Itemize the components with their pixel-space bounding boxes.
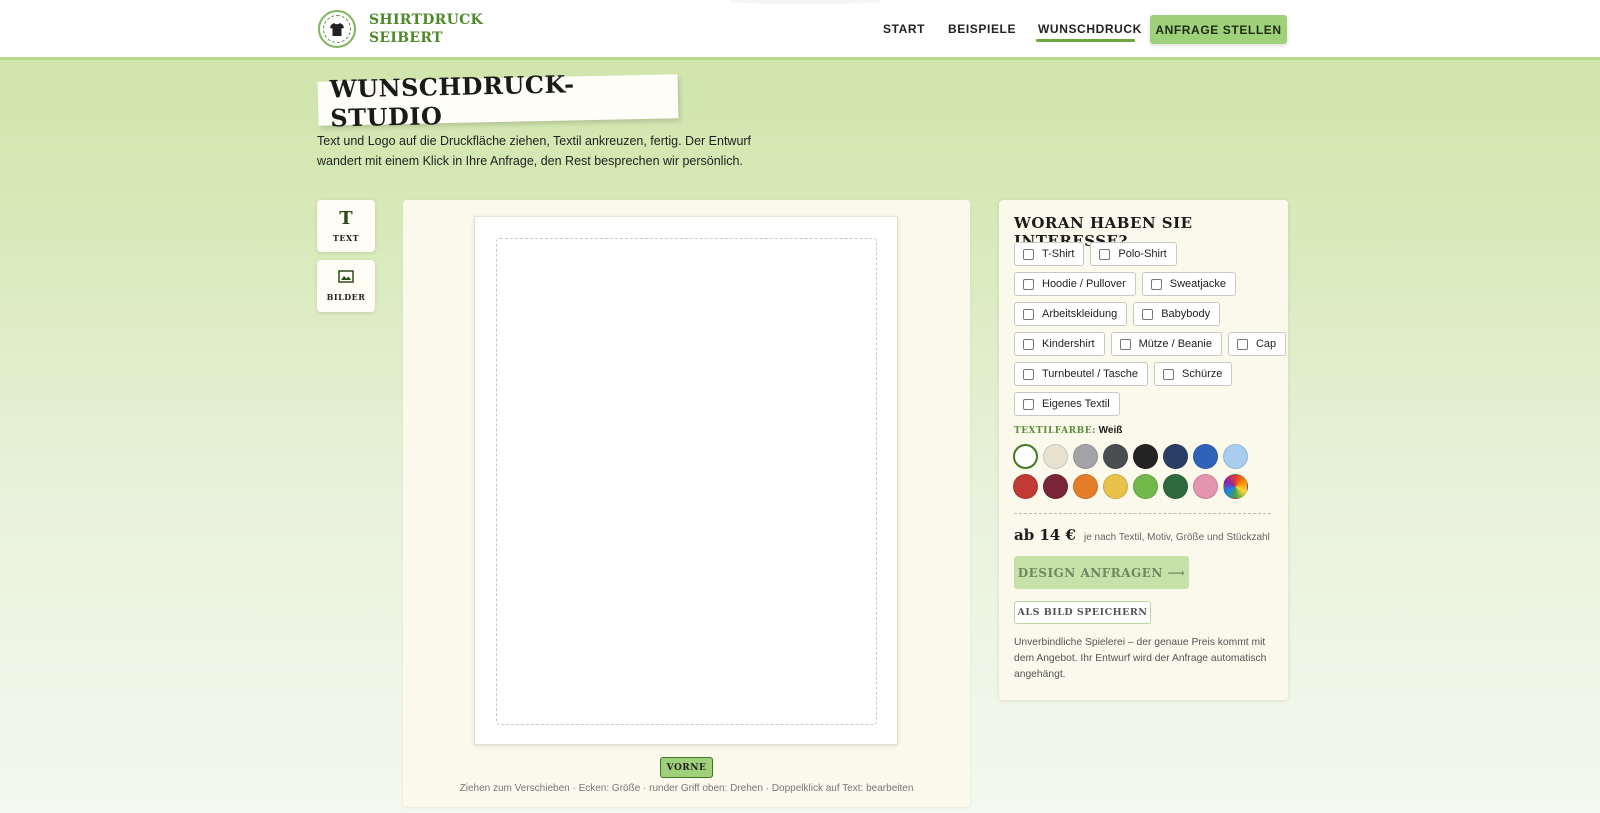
textile-color-label: TEXTILFARBE: Weiß xyxy=(1014,425,1122,436)
option-label: Sweatjacke xyxy=(1169,278,1227,290)
color-swatch[interactable] xyxy=(1133,474,1158,499)
color-swatch[interactable] xyxy=(1193,444,1218,469)
page-title-box: WUNSCHDRUCK-STUDIO xyxy=(317,69,679,133)
color-swatch[interactable] xyxy=(1223,474,1248,499)
price-amount: ab 14 € xyxy=(1014,526,1076,544)
checkbox[interactable] xyxy=(1150,278,1162,290)
site-header: SHIRTDRUCK SEIBERT START BEISPIELE WUNSC… xyxy=(0,0,1600,60)
color-swatch[interactable] xyxy=(1043,474,1068,499)
color-swatch[interactable] xyxy=(1193,474,1218,499)
intro-text: Text und Logo auf die Druckfläche ziehen… xyxy=(317,131,757,171)
design-anfragen-button[interactable]: DESIGN ANFRAGEN ⟶ xyxy=(1014,556,1189,589)
checkbox[interactable] xyxy=(1023,338,1034,350)
text-icon: T xyxy=(339,208,353,229)
option-polo-shirt[interactable]: Polo-Shirt xyxy=(1090,242,1177,266)
option-label: Schürze xyxy=(1182,368,1223,380)
color-swatch[interactable] xyxy=(1163,474,1188,499)
option-label: Hoodie / Pullover xyxy=(1042,278,1126,290)
option-label: Cap xyxy=(1255,338,1277,350)
price-note: je nach Textil, Motiv, Größe und Stückza… xyxy=(1083,532,1270,543)
tshirt-icon xyxy=(323,15,351,43)
side-front-tab[interactable]: VORNE xyxy=(660,757,713,778)
text-tool-label: TEXT xyxy=(332,233,360,243)
intro-line-2: wandert mit einem Klick in Ihre Anfrage,… xyxy=(317,154,743,168)
option-eigenes-textil[interactable]: Eigenes Textil xyxy=(1014,392,1120,416)
nav-wunschdruck[interactable]: WUNSCHDRUCK xyxy=(1038,22,1142,36)
canvas-hint: Ziehen zum Verschieben · Ecken: Größe · … xyxy=(459,783,914,794)
color-swatch[interactable] xyxy=(1013,474,1038,499)
divider xyxy=(1014,513,1271,514)
option-label: Eigenes Textil xyxy=(1042,398,1110,410)
nav-active-underline xyxy=(1036,39,1135,42)
color-swatch[interactable] xyxy=(1073,474,1098,499)
checkbox[interactable] xyxy=(1163,368,1175,380)
brand-line-2: SEIBERT xyxy=(369,30,443,46)
color-swatch[interactable] xyxy=(1223,444,1248,469)
brand-name[interactable]: SHIRTDRUCK SEIBERT xyxy=(369,11,483,47)
color-label-value: Weiß xyxy=(1098,425,1123,436)
checkbox[interactable] xyxy=(1023,278,1034,290)
option-label: Arbeitskleidung xyxy=(1042,308,1118,320)
nav-start[interactable]: START xyxy=(883,22,925,36)
color-swatches xyxy=(1013,444,1263,504)
color-swatch[interactable] xyxy=(1163,444,1188,469)
option-hoodie[interactable]: Hoodie / Pullover xyxy=(1014,272,1136,296)
color-swatch[interactable] xyxy=(1043,444,1068,469)
save-as-image-button[interactable]: ALS BILD SPEICHERN xyxy=(1014,601,1151,624)
checkbox[interactable] xyxy=(1023,398,1034,410)
header-shadow xyxy=(730,0,880,4)
logo[interactable] xyxy=(318,10,356,48)
intro-line-1: Text und Logo auf die Druckfläche ziehen… xyxy=(317,134,752,148)
textile-options: T-Shirt Polo-Shirt Hoodie / Pullover Swe… xyxy=(1014,242,1287,422)
image-tool-label: BILDER xyxy=(326,292,366,302)
color-swatch[interactable] xyxy=(1103,444,1128,469)
checkbox[interactable] xyxy=(1236,338,1248,350)
brand-line-1: SHIRTDRUCK xyxy=(369,12,483,28)
option-label: Mütze / Beanie xyxy=(1138,338,1212,350)
print-area[interactable] xyxy=(496,238,877,725)
option-label: Turnbeutel / Tasche xyxy=(1042,368,1139,380)
option-cap[interactable]: Cap xyxy=(1227,332,1287,356)
page-title: WUNSCHDRUCK-STUDIO xyxy=(329,69,575,133)
option-turnbeutel-tasche[interactable]: Turnbeutel / Tasche xyxy=(1014,362,1149,386)
print-canvas[interactable] xyxy=(474,216,898,745)
option-babybody[interactable]: Babybody xyxy=(1133,302,1221,326)
disclaimer-text: Unverbindliche Spielerei – der genaue Pr… xyxy=(1014,637,1267,680)
option-label: Babybody xyxy=(1161,308,1211,320)
option-label: T-Shirt xyxy=(1042,248,1075,260)
checkbox[interactable] xyxy=(1099,248,1111,260)
option-muetze-beanie[interactable]: Mütze / Beanie xyxy=(1110,332,1222,356)
checkbox[interactable] xyxy=(1023,248,1034,260)
option-t-shirt[interactable]: T-Shirt xyxy=(1014,242,1085,266)
color-swatch[interactable] xyxy=(1073,444,1098,469)
color-label-key: TEXTILFARBE: xyxy=(1014,426,1096,436)
checkbox[interactable] xyxy=(1119,338,1131,350)
price-info: ab 14 € je nach Textil, Motiv, Größe und… xyxy=(1014,526,1270,544)
color-swatch[interactable] xyxy=(1013,444,1038,469)
checkbox[interactable] xyxy=(1142,308,1154,320)
option-schuerze[interactable]: Schürze xyxy=(1154,362,1233,386)
color-swatch[interactable] xyxy=(1103,474,1128,499)
text-tool-button[interactable]: T TEXT xyxy=(317,200,375,252)
option-label: Kindershirt xyxy=(1042,338,1095,350)
option-sweatjacke[interactable]: Sweatjacke xyxy=(1141,272,1237,296)
image-icon xyxy=(338,270,354,288)
option-kindershirt[interactable]: Kindershirt xyxy=(1014,332,1105,356)
checkbox[interactable] xyxy=(1023,368,1034,380)
interest-panel: WORAN HABEN SIE INTERESSE? T-Shirt Polo-… xyxy=(999,200,1288,700)
anfrage-stellen-button[interactable]: ANFRAGE STELLEN xyxy=(1150,15,1287,44)
option-arbeitskleidung[interactable]: Arbeitskleidung xyxy=(1014,302,1128,326)
checkbox[interactable] xyxy=(1023,308,1034,320)
image-tool-button[interactable]: BILDER xyxy=(317,260,375,312)
design-stage: VORNE Ziehen zum Verschieben · Ecken: Gr… xyxy=(403,200,970,807)
nav-beispiele[interactable]: BEISPIELE xyxy=(948,22,1016,36)
color-swatch[interactable] xyxy=(1133,444,1158,469)
option-label: Polo-Shirt xyxy=(1118,248,1167,260)
